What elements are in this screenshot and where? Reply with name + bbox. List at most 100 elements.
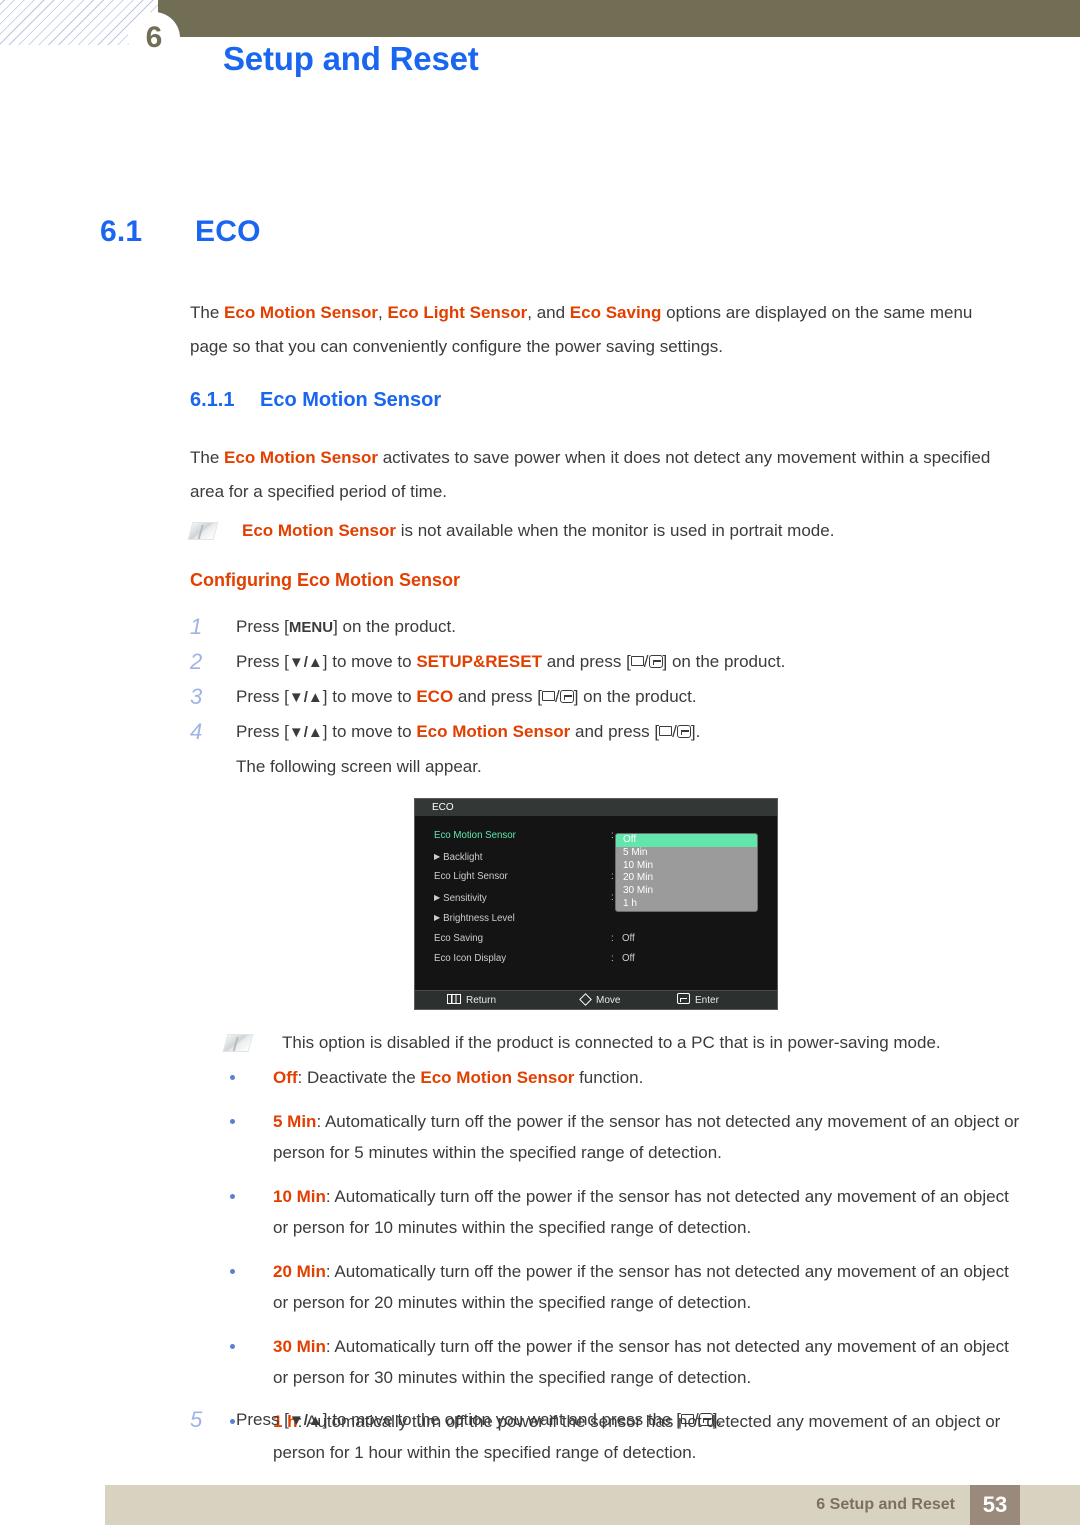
step-3-text-3: and press [ [453,687,542,706]
step-4-text-1: Press [ [236,722,289,741]
page-title: Setup and Reset [223,40,479,77]
bullet-2-text: : Automatically turn off the power if th… [273,1187,1009,1237]
step-3-text-4: ] on the product. [573,687,697,706]
step-4-text-2: ] to move to [322,722,417,741]
step-4-followup: The following screen will appear. [236,757,482,776]
osd-enter-label: Enter [695,995,719,1006]
enter-key-icon [677,993,690,1004]
list-item: Off: Deactivate the Eco Motion Sensor fu… [225,1062,1025,1093]
step-1-key: MENU [288,619,334,636]
bullet-0-highlight: Eco Motion Sensor [420,1068,575,1087]
step-2-text-2: ] to move to [322,652,417,671]
osd-item-label: Backlight [443,851,483,863]
osd-return-action[interactable]: Return [447,991,497,1009]
list-item: 5 Min: Automatically turn off the power … [225,1106,1025,1168]
bullet-4-label: 30 Min [273,1337,326,1356]
step-4-text-3: and press [ [570,722,660,741]
osd-option-1h[interactable]: 1 h [616,898,757,911]
osd-dropdown-options[interactable]: Off 5 Min 10 Min 20 Min 30 Min 1 h [615,833,758,912]
step-3-text-2: ] to move to [322,687,417,706]
step-2-text-1: Press [ [236,652,289,671]
step-2: 2 Press [▼/▲] to move to SETUP&RESET and … [190,645,1030,680]
osd-footer-bar: Return Move Enter [415,990,777,1009]
osd-item-value: Off [622,953,635,964]
intro-text-3: , and [527,303,570,322]
osd-item-label: Eco Icon Display [434,953,507,964]
osd-move-label: Move [596,995,621,1006]
enter-button-icon [676,725,691,738]
section-number: 6.1 [100,215,143,248]
note-1-highlight: Eco Motion Sensor [242,521,396,540]
bullet-dot-icon [230,1119,235,1124]
bullet-dot-icon [230,1344,235,1349]
note-1-body: is not available when the monitor is use… [395,521,835,540]
procedure-heading: Configuring Eco Motion Sensor [190,570,460,590]
step-2-key: ▼/▲ [288,654,323,671]
osd-option-off[interactable]: Off [616,834,757,847]
osd-item-label: Sensitivity [443,892,487,904]
step-2-number: 2 [190,649,203,674]
osd-option-30min[interactable]: 30 Min [616,885,757,898]
list-item: 30 Min: Automatically turn off the power… [225,1331,1025,1393]
osd-option-5min[interactable]: 5 Min [616,847,757,860]
step-5-slash: / [693,1410,699,1429]
step-3-number: 3 [190,684,203,709]
diamond-move-icon [579,993,592,1006]
section-intro-paragraph: The Eco Motion Sensor, Eco Light Sensor,… [190,296,1010,364]
bullet-0-text-2: function. [574,1068,644,1087]
subsection-heading: 6.1.1 Eco Motion Sensor [190,389,441,412]
step-2-text-4: ] on the product. [662,652,786,671]
document-page: 6 Setup and Reset 6.1 ECO The Eco Motion … [0,0,1080,1527]
osd-item-eco-saving[interactable]: Eco Saving : Off [415,929,777,950]
osd-item-label: Eco Light Sensor [434,871,508,882]
bullet-1-text: : Automatically turn off the power if th… [273,1112,1020,1162]
step-1: 1 Press [MENU] on the product. [190,610,1030,645]
step-5-text-1: Press [ [236,1410,289,1429]
intro-highlight-2: Eco Light Sensor [387,303,528,322]
subsection-title: Eco Motion Sensor [260,389,442,411]
bullet-3-text: : Automatically turn off the power if th… [273,1262,1009,1312]
step-5-key: ▼/▲ [288,1412,323,1429]
bullet-1-label: 5 Min [273,1112,317,1131]
osd-item-colon: : [611,932,614,944]
bullet-dot-icon [230,1269,235,1274]
window-button-icon [659,726,673,736]
procedure-steps: 1 Press [MENU] on the product. 2 Press [▼/… [190,610,1030,784]
subsection-paragraph: The Eco Motion Sensor activates to save … [190,441,1010,509]
step-5-text-2: ] to move to the option you want and pre… [322,1410,681,1429]
osd-return-label: Return [466,995,497,1006]
sub-text-1: The [190,448,225,467]
step-3-highlight: ECO [416,687,454,706]
step-1-text-2: ] on the product. [333,617,456,636]
sub-highlight-1: Eco Motion Sensor [224,448,378,467]
bullet-2-label: 10 Min [273,1187,326,1206]
step-3-key: ▼/▲ [288,689,323,706]
note-icon [187,522,219,540]
osd-item-eco-icon-display[interactable]: Eco Icon Display : Off [415,949,777,970]
chapter-number: 6 [145,21,163,54]
osd-enter-action[interactable]: Enter [677,991,719,1009]
intro-text-1: The [190,303,225,322]
step-2-text-3: and press [ [541,652,631,671]
enter-button-icon [648,655,663,668]
step-5-text-3: ]. [712,1410,723,1429]
step-3: 3 Press [▼/▲] to move to ECO and press [/… [190,680,1030,715]
step-4-number: 4 [190,719,203,744]
step-4: 4 Press [▼/▲] to move to Eco Motion Senso… [190,715,1030,750]
page-number: 53 [970,1485,1020,1525]
osd-move-action[interactable]: Move [579,991,621,1009]
osd-option-10min[interactable]: 10 Min [616,860,757,873]
osd-option-20min[interactable]: 20 Min [616,872,757,885]
osd-title: ECO [415,799,777,816]
step-5-number: 5 [190,1407,203,1432]
step-2-highlight: SETUP&RESET [416,652,542,671]
chapter-header-bar [158,0,1080,37]
subsection-number: 6.1.1 [190,389,235,411]
submenu-arrow-icon: ▶ [434,851,441,861]
step-1-text-1: Press [ [236,617,289,636]
osd-item-colon: : [611,830,614,841]
bullet-0-label: Off [273,1068,298,1087]
footer-chapter-label: 6 Setup and Reset [816,1496,955,1513]
note-icon [222,1034,254,1052]
step-1-number: 1 [190,614,203,639]
